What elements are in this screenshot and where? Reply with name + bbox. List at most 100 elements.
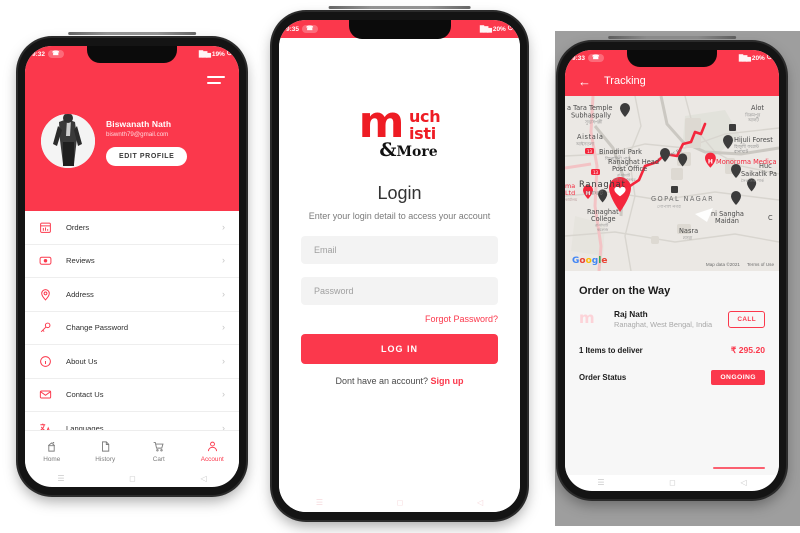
logo-ampersand: &	[379, 139, 397, 161]
square-icon[interactable]: ◻	[669, 479, 676, 487]
svg-text:H: H	[708, 159, 713, 166]
menu-icon[interactable]: ☰	[316, 499, 323, 507]
svg-text:আইসতলা: আইসতলা	[575, 143, 595, 148]
order-status-label: Order Status	[579, 372, 627, 382]
phone1-android-nav: ☰ ◻ ◁	[25, 471, 239, 487]
svg-text:Subhaspally: Subhaspally	[571, 112, 611, 120]
phone1-screen: 9:32 ☎ ▉▇▅ 19% ⏻ Biswanath Nath biswnth7…	[25, 46, 239, 487]
sidebar-item-reviews[interactable]: Reviews ›	[25, 245, 239, 278]
tab-label: History	[95, 455, 116, 463]
login-body: m uch isti &More Login Enter your login …	[279, 38, 520, 512]
calendar-orders-icon	[39, 221, 61, 234]
svg-text:Ltd: Ltd	[565, 189, 575, 197]
email-field[interactable]	[312, 244, 487, 256]
avatar[interactable]	[41, 114, 95, 168]
status-battery: 20%	[492, 25, 506, 33]
svg-text:নসরা: নসরা	[682, 237, 693, 242]
login-button[interactable]: LOG IN	[301, 334, 498, 364]
envelope-icon	[39, 388, 61, 401]
password-field-wrap[interactable]	[301, 277, 498, 305]
page-title: Tracking	[604, 75, 646, 87]
page-subtitle: Enter your login detail to access your a…	[308, 211, 491, 221]
signup-prompt: Dont have an account? Sign up	[301, 376, 498, 386]
signup-prompt-text: Dont have an account?	[335, 376, 431, 386]
svg-text:Ranaghat: Ranaghat	[579, 179, 626, 189]
phone2-notch	[348, 20, 451, 39]
menu-icon[interactable]: ☰	[57, 475, 64, 483]
brand-watermark-icon: m	[579, 309, 595, 327]
svg-text:Saikatik Pa: Saikatik Pa	[741, 170, 777, 178]
phone-profile-screen: 9:32 ☎ ▉▇▅ 19% ⏻ Biswanath Nath biswnth7…	[18, 32, 246, 495]
sidebar-item-change-password[interactable]: Change Password ›	[25, 312, 239, 345]
sidebar-item-label: Reviews	[66, 256, 95, 266]
sidebar-item-label: Orders	[66, 222, 90, 232]
map-attribution: Map data ©2021 Terms of Use	[706, 262, 774, 267]
profile-header: 9:32 ☎ ▉▇▅ 19% ⏻ Biswanath Nath biswnth7…	[25, 46, 239, 211]
phone3-notch	[627, 50, 717, 67]
svg-text:গোপাল নগর: গোপাল নগর	[657, 205, 681, 210]
user-photo-avatar	[41, 114, 95, 168]
svg-text:Aistala: Aistala	[577, 133, 603, 141]
chevron-right-icon: ›	[222, 389, 225, 400]
tab-home[interactable]: Home	[25, 440, 79, 463]
tracking-map[interactable]: Aldec Rd 13 13 H H a Tara Temple Subhasp…	[565, 96, 779, 271]
phone3-screen: 9:33 ☎ ▉▇▅ 20% ⏻ ← Tracking Aldec Rd 13 …	[565, 50, 779, 491]
phone2-screen: 9:35 ☎ ▉▇▅ 20% ⏻ m uch isti &More Login …	[279, 20, 520, 512]
home-icon	[48, 441, 56, 452]
phone3-speaker-grille	[608, 36, 736, 39]
map-terms-link[interactable]: Terms of Use	[747, 262, 774, 267]
back-arrow-icon[interactable]: ←	[578, 75, 591, 88]
password-field[interactable]	[312, 285, 487, 297]
google-logo: Google	[572, 256, 608, 266]
back-triangle-icon[interactable]: ◁	[740, 479, 746, 487]
sidebar-item-label: Address	[66, 289, 94, 299]
signal-bars-icon: ▉▇▅	[479, 26, 492, 33]
phone-icon: ☎	[302, 25, 318, 33]
call-button[interactable]: CALL	[728, 311, 765, 328]
sidebar-item-contact-us[interactable]: Contact Us ›	[25, 379, 239, 412]
svg-text:Maidan: Maidan	[715, 217, 739, 225]
sidebar-item-address[interactable]: Address ›	[25, 278, 239, 312]
chevron-right-icon: ›	[222, 288, 225, 299]
customer-name: Raj Nath	[614, 309, 648, 319]
svg-text:Alot: Alot	[751, 104, 764, 112]
status-badge[interactable]: ONGOING	[711, 369, 765, 385]
svg-text:GOPAL NAGAR: GOPAL NAGAR	[651, 195, 714, 203]
svg-text:Huc: Huc	[759, 162, 772, 170]
info-circle-icon	[39, 355, 61, 368]
email-field-wrap[interactable]	[301, 236, 498, 264]
location-pin-icon	[39, 288, 61, 301]
edit-profile-button[interactable]: EDIT PROFILE	[106, 147, 188, 166]
map-canvas: Aldec Rd 13 13 H H a Tara Temple Subhasp…	[565, 96, 779, 271]
signal-bars-icon: ▉▇▅	[738, 55, 751, 62]
logo-letter-m: m	[358, 97, 405, 148]
signup-link[interactable]: Sign up	[431, 376, 464, 386]
menu-icon[interactable]: ☰	[597, 479, 604, 487]
status-row: Order Status ONGOING	[579, 369, 765, 385]
back-triangle-icon[interactable]: ◁	[200, 475, 206, 483]
back-triangle-icon[interactable]: ◁	[477, 499, 483, 507]
items-label: 1 Items to deliver	[579, 345, 643, 355]
tab-history[interactable]: History	[79, 440, 133, 463]
chevron-right-icon: ›	[222, 355, 225, 366]
svg-text:13: 13	[593, 170, 599, 175]
square-icon[interactable]: ◻	[397, 499, 404, 507]
phone-icon: ☎	[48, 50, 64, 58]
square-icon[interactable]: ◻	[129, 475, 136, 483]
sidebar-item-about-us[interactable]: About Us ›	[25, 345, 239, 379]
map-data-text: Map data ©2021	[705, 262, 740, 267]
profile-block: Biswanath Nath biswnth79@gmail.com EDIT …	[41, 114, 188, 168]
sidebar-item-orders[interactable]: Orders ›	[25, 211, 239, 245]
forgot-password-link[interactable]: Forgot Password?	[301, 314, 498, 324]
chevron-right-icon: ›	[222, 255, 225, 266]
chevron-right-icon: ›	[222, 322, 225, 333]
tab-account[interactable]: Account	[186, 440, 240, 463]
customer-address: Ranaghat, West Bengal, India	[614, 320, 713, 329]
battery-icon: ⏻	[507, 25, 513, 32]
history-file-icon	[101, 440, 109, 452]
hamburger-icon[interactable]	[207, 76, 225, 88]
tab-label: Home	[43, 455, 61, 463]
phone-login-screen: 9:35 ☎ ▉▇▅ 20% ⏻ m uch isti &More Login …	[272, 6, 527, 520]
tab-cart[interactable]: Cart	[132, 440, 186, 463]
review-eye-icon	[39, 254, 61, 267]
